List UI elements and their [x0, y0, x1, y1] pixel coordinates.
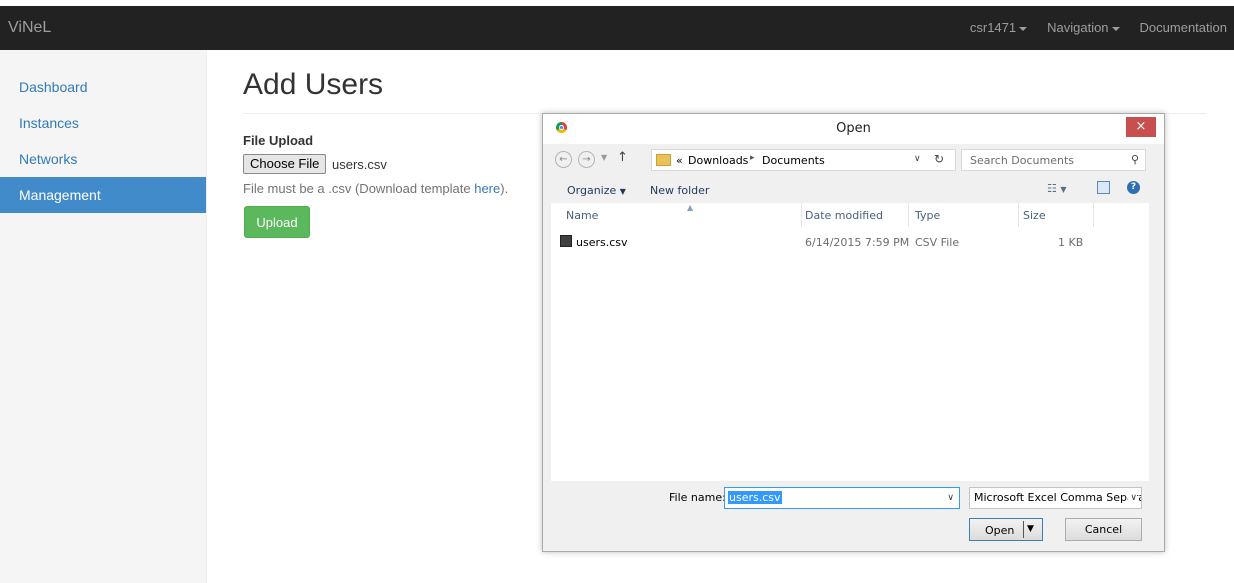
choose-file-button[interactable]: Choose File — [243, 154, 327, 174]
upload-button[interactable]: Upload — [244, 206, 310, 238]
organize-label: Organize — [567, 184, 617, 197]
file-list: ▲ Name Date modified Type Size users.csv… — [551, 203, 1149, 481]
documentation-link[interactable]: Documentation — [1133, 6, 1234, 50]
back-arrow-icon[interactable]: ← — [555, 151, 572, 168]
search-icon: ⚲ — [1130, 153, 1139, 166]
refresh-icon[interactable]: ↻ — [934, 152, 944, 166]
breadcrumb-documents[interactable]: Documents — [762, 154, 825, 167]
column-separator — [1018, 203, 1019, 227]
sort-indicator-icon: ▲ — [687, 203, 694, 212]
sidebar-item-networks[interactable]: Networks — [0, 141, 206, 177]
open-file-dialog: Open × ← → ▼ ↑ « Downloads ▸ Documents ∨… — [542, 113, 1165, 552]
search-placeholder: Search Documents — [970, 154, 1075, 167]
file-size: 1 KB — [1058, 236, 1084, 249]
sidebar: Dashboard Instances Networks Management — [0, 50, 207, 583]
navbar-right: csr1471 Navigation Documentation — [957, 6, 1234, 50]
column-header-type[interactable]: Type — [915, 209, 940, 222]
sidebar-item-dashboard[interactable]: Dashboard — [0, 69, 206, 105]
file-name-label: File name: — [669, 491, 726, 504]
new-folder-button[interactable]: New folder — [650, 184, 709, 197]
close-icon[interactable]: × — [1126, 117, 1156, 137]
file-type: CSV File — [915, 236, 960, 249]
column-header-date[interactable]: Date modified — [805, 209, 883, 222]
column-separator — [1093, 203, 1094, 227]
sidebar-item-management[interactable]: Management — [0, 177, 206, 213]
user-menu[interactable]: csr1471 — [963, 6, 1034, 50]
organize-dropdown-icon: ▼ — [619, 187, 626, 196]
open-button-label: Open — [985, 524, 1015, 537]
open-dropdown-icon[interactable]: ▼ — [1027, 524, 1034, 534]
help-text-suffix: ). — [500, 181, 509, 196]
navigation-menu-label: Navigation — [1047, 20, 1109, 35]
file-type-value: Microsoft Excel Comma Separa — [974, 491, 1142, 504]
user-menu-label: csr1471 — [969, 20, 1017, 35]
file-name: users.csv — [576, 236, 628, 249]
sidebar-item-instances[interactable]: Instances — [0, 105, 206, 141]
file-date: 6/14/2015 7:59 PM — [805, 236, 910, 249]
change-view-icon[interactable]: ☷ ▼ — [1047, 182, 1067, 195]
address-prefix: « — [676, 154, 683, 167]
folder-icon — [656, 154, 671, 166]
address-dropdown-icon[interactable]: ∨ — [914, 154, 921, 164]
brand-logo[interactable]: ViNeL — [8, 6, 51, 50]
address-row: ← → ▼ ↑ « Downloads ▸ Documents ∨ ↻ Sear… — [555, 149, 1153, 171]
caret-down-icon — [1111, 26, 1120, 31]
help-icon[interactable]: ? — [1127, 181, 1140, 194]
upload-help-text: File must be a .csv (Download template h… — [243, 181, 508, 196]
cancel-button[interactable]: Cancel — [1065, 518, 1142, 541]
column-header-name[interactable]: Name — [566, 209, 598, 222]
dialog-title: Open — [836, 121, 871, 136]
help-text-prefix: File must be a .csv (Download template — [243, 181, 475, 196]
breadcrumb-separator-icon: ▸ — [750, 153, 755, 163]
open-button[interactable]: Open ▼ — [969, 518, 1043, 541]
dialog-titlebar[interactable]: Open × — [543, 114, 1164, 144]
column-separator — [801, 203, 802, 227]
download-template-link[interactable]: here — [474, 181, 500, 196]
column-header-size[interactable]: Size — [1023, 209, 1046, 222]
dialog-bottom-bar: File name: users.csv ∨ Microsoft Excel C… — [543, 481, 1164, 551]
caret-down-icon — [1019, 26, 1028, 31]
preview-pane-icon[interactable] — [1097, 181, 1110, 194]
file-name-value: users.csv — [728, 491, 782, 504]
chosen-file-name: users.csv — [332, 157, 387, 172]
breadcrumb-downloads[interactable]: Downloads — [688, 154, 748, 167]
dialog-toolbar: Organize ▼ New folder ☷ ▼ ? — [543, 177, 1164, 203]
file-type-dropdown-icon: ∨ — [1128, 493, 1137, 503]
file-name-dropdown-icon[interactable]: ∨ — [947, 493, 954, 503]
navigation-menu[interactable]: Navigation — [1040, 6, 1126, 50]
forward-arrow-icon[interactable]: → — [578, 151, 595, 168]
file-type-select[interactable]: Microsoft Excel Comma Separa ∨ — [969, 487, 1142, 509]
search-documents-input[interactable]: Search Documents ⚲ — [961, 149, 1146, 171]
address-bar[interactable]: « Downloads ▸ Documents ∨ ↻ — [651, 149, 956, 171]
recent-locations-icon[interactable]: ▼ — [601, 153, 607, 162]
open-split-divider — [1023, 521, 1024, 538]
up-arrow-icon[interactable]: ↑ — [617, 150, 628, 165]
file-upload-label: File Upload — [243, 133, 314, 148]
organize-button[interactable]: Organize ▼ — [567, 184, 626, 197]
column-separator — [908, 203, 909, 227]
csv-file-icon — [560, 235, 572, 247]
page-title: Add Users — [243, 68, 384, 101]
file-name-input[interactable]: users.csv ∨ — [724, 487, 960, 509]
top-navbar: ViNeL csr1471 Navigation Documentation — [0, 6, 1234, 50]
